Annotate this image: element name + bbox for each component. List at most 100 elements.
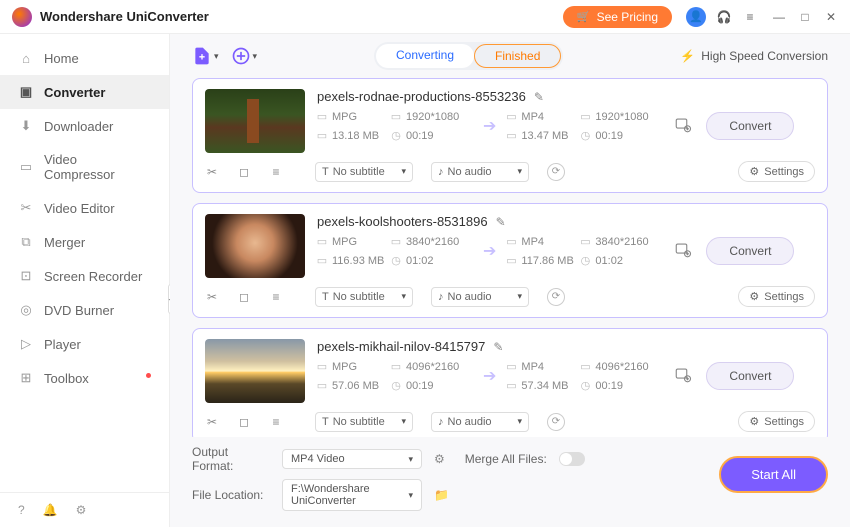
video-compressor-icon: ▭ bbox=[18, 159, 34, 175]
tab-finished[interactable]: Finished bbox=[474, 44, 561, 68]
status-tabs: Converting Finished bbox=[374, 42, 563, 70]
audio-icon: ♪ bbox=[438, 291, 444, 303]
crop-icon[interactable]: ◻ bbox=[237, 290, 251, 304]
output-settings-icon[interactable]: ⚙ bbox=[434, 452, 445, 466]
settings-label: Settings bbox=[764, 166, 804, 178]
notifications-icon[interactable]: 🔔 bbox=[43, 503, 58, 517]
convert-button[interactable]: Convert bbox=[706, 362, 794, 390]
sidebar-item-toolbox[interactable]: ⊞Toolbox bbox=[0, 361, 169, 395]
edit-name-icon[interactable]: ✎ bbox=[496, 215, 506, 229]
src-size: ▭57.06 MB bbox=[317, 379, 387, 392]
sidebar-item-converter[interactable]: ▣ Converter bbox=[0, 75, 169, 109]
subtitle-value: No subtitle bbox=[333, 416, 385, 428]
resolution-icon: ▭ bbox=[580, 110, 590, 123]
sidebar-item-screen-recorder[interactable]: ⊡Screen Recorder bbox=[0, 259, 169, 293]
output-settings-icon[interactable] bbox=[674, 366, 692, 387]
convert-button[interactable]: Convert bbox=[706, 237, 794, 265]
high-speed-label: High Speed Conversion bbox=[701, 49, 828, 63]
edit-name-icon[interactable]: ✎ bbox=[493, 340, 503, 354]
size-icon: ▭ bbox=[317, 129, 327, 142]
src-resolution: ▭4096*2160 bbox=[391, 360, 473, 373]
sidebar-item-downloader[interactable]: ⬇Downloader bbox=[0, 109, 169, 143]
video-thumbnail[interactable] bbox=[205, 89, 305, 153]
output-format-value: MP4 Video bbox=[291, 453, 345, 465]
sidebar-item-home[interactable]: ⌂Home bbox=[0, 42, 169, 75]
output-settings-icon[interactable] bbox=[674, 116, 692, 137]
video-thumbnail[interactable] bbox=[205, 339, 305, 403]
audio-select[interactable]: ♪No audio▾ bbox=[431, 412, 529, 432]
sidebar-item-merger[interactable]: ⧉Merger bbox=[0, 225, 169, 259]
convert-button[interactable]: Convert bbox=[706, 112, 794, 140]
audio-select[interactable]: ♪No audio▾ bbox=[431, 162, 529, 182]
high-speed-toggle[interactable]: ⚡ High Speed Conversion bbox=[680, 49, 828, 63]
subtitle-select[interactable]: TNo subtitle▾ bbox=[315, 287, 413, 307]
sidebar-item-label: Video Editor bbox=[44, 201, 115, 216]
merge-label: Merge All Files: bbox=[465, 452, 547, 466]
format-icon: ▭ bbox=[317, 110, 327, 123]
add-file-button[interactable]: ▾ bbox=[192, 46, 219, 66]
info-button[interactable]: ⟳ bbox=[547, 163, 565, 181]
src-size: ▭13.18 MB bbox=[317, 129, 387, 142]
see-pricing-button[interactable]: 🛒 See Pricing bbox=[563, 6, 672, 28]
sidebar-item-video-editor[interactable]: ✂Video Editor bbox=[0, 191, 169, 225]
video-thumbnail[interactable] bbox=[205, 214, 305, 278]
crop-icon[interactable]: ◻ bbox=[237, 415, 251, 429]
converter-icon: ▣ bbox=[18, 84, 34, 100]
audio-value: No audio bbox=[448, 166, 492, 178]
player-icon: ▷ bbox=[18, 336, 34, 352]
settings-button[interactable]: ⚙Settings bbox=[738, 161, 815, 182]
effects-icon[interactable]: ≡ bbox=[269, 290, 283, 304]
sidebar-item-label: Converter bbox=[44, 85, 105, 100]
info-button[interactable]: ⟳ bbox=[547, 288, 565, 306]
close-button[interactable]: ✕ bbox=[824, 10, 838, 24]
dst-format: ▭MP4 bbox=[506, 235, 576, 248]
sidebar-item-player[interactable]: ▷Player bbox=[0, 327, 169, 361]
size-icon: ▭ bbox=[506, 254, 516, 267]
trim-icon[interactable]: ✂ bbox=[205, 415, 219, 429]
app-title: Wondershare UniConverter bbox=[40, 9, 209, 24]
dst-resolution: ▭4096*2160 bbox=[580, 360, 662, 373]
user-avatar[interactable]: 👤 bbox=[686, 7, 706, 27]
trim-icon[interactable]: ✂ bbox=[205, 290, 219, 304]
effects-icon[interactable]: ≡ bbox=[269, 165, 283, 179]
info-button[interactable]: ⟳ bbox=[547, 413, 565, 431]
app-logo bbox=[12, 7, 32, 27]
dst-format: ▭MP4 bbox=[506, 110, 576, 123]
support-icon[interactable]: 🎧 bbox=[716, 10, 732, 24]
subtitle-select[interactable]: TNo subtitle▾ bbox=[315, 162, 413, 182]
clock-icon: ◷ bbox=[580, 254, 590, 267]
crop-icon[interactable]: ◻ bbox=[237, 165, 251, 179]
trim-icon[interactable]: ✂ bbox=[205, 165, 219, 179]
settings-button[interactable]: ⚙Settings bbox=[738, 411, 815, 432]
output-format-select[interactable]: MP4 Video ▾ bbox=[282, 449, 422, 469]
file-location-select[interactable]: F:\Wondershare UniConverter ▾ bbox=[282, 479, 422, 511]
audio-select[interactable]: ♪No audio▾ bbox=[431, 287, 529, 307]
add-url-button[interactable]: ▾ bbox=[231, 46, 258, 66]
sidebar-item-video-compressor[interactable]: ▭Video Compressor bbox=[0, 143, 169, 191]
subtitle-icon: T bbox=[322, 291, 329, 303]
maximize-button[interactable]: □ bbox=[798, 10, 812, 24]
dst-resolution: ▭1920*1080 bbox=[580, 110, 662, 123]
arrow-icon: ➔ bbox=[477, 366, 502, 386]
add-url-icon bbox=[231, 46, 251, 66]
menu-icon[interactable]: ≡ bbox=[742, 10, 758, 24]
subtitle-select[interactable]: TNo subtitle▾ bbox=[315, 412, 413, 432]
output-settings-icon[interactable] bbox=[674, 241, 692, 262]
edit-name-icon[interactable]: ✎ bbox=[534, 90, 544, 104]
tab-converting[interactable]: Converting bbox=[376, 44, 474, 68]
sidebar-item-dvd-burner[interactable]: ◎DVD Burner bbox=[0, 293, 169, 327]
merge-toggle[interactable] bbox=[559, 452, 585, 466]
minimize-button[interactable]: — bbox=[772, 10, 786, 24]
file-card: pexels-mikhail-nilov-8415797 ✎ ▭MPG ▭57.… bbox=[192, 328, 828, 437]
footer: Output Format: MP4 Video ▾ ⚙ Merge All F… bbox=[170, 437, 850, 527]
effects-icon[interactable]: ≡ bbox=[269, 415, 283, 429]
clock-icon: ◷ bbox=[580, 129, 590, 142]
settings-button[interactable]: ⚙Settings bbox=[738, 286, 815, 307]
open-folder-icon[interactable]: 📁 bbox=[434, 488, 449, 502]
settings-icon[interactable]: ⚙ bbox=[76, 503, 87, 517]
subtitle-value: No subtitle bbox=[333, 291, 385, 303]
arrow-icon: ➔ bbox=[477, 241, 502, 261]
chevron-down-icon: ▾ bbox=[253, 51, 258, 62]
help-icon[interactable]: ? bbox=[18, 503, 25, 517]
src-duration: ◷01:02 bbox=[391, 254, 473, 267]
